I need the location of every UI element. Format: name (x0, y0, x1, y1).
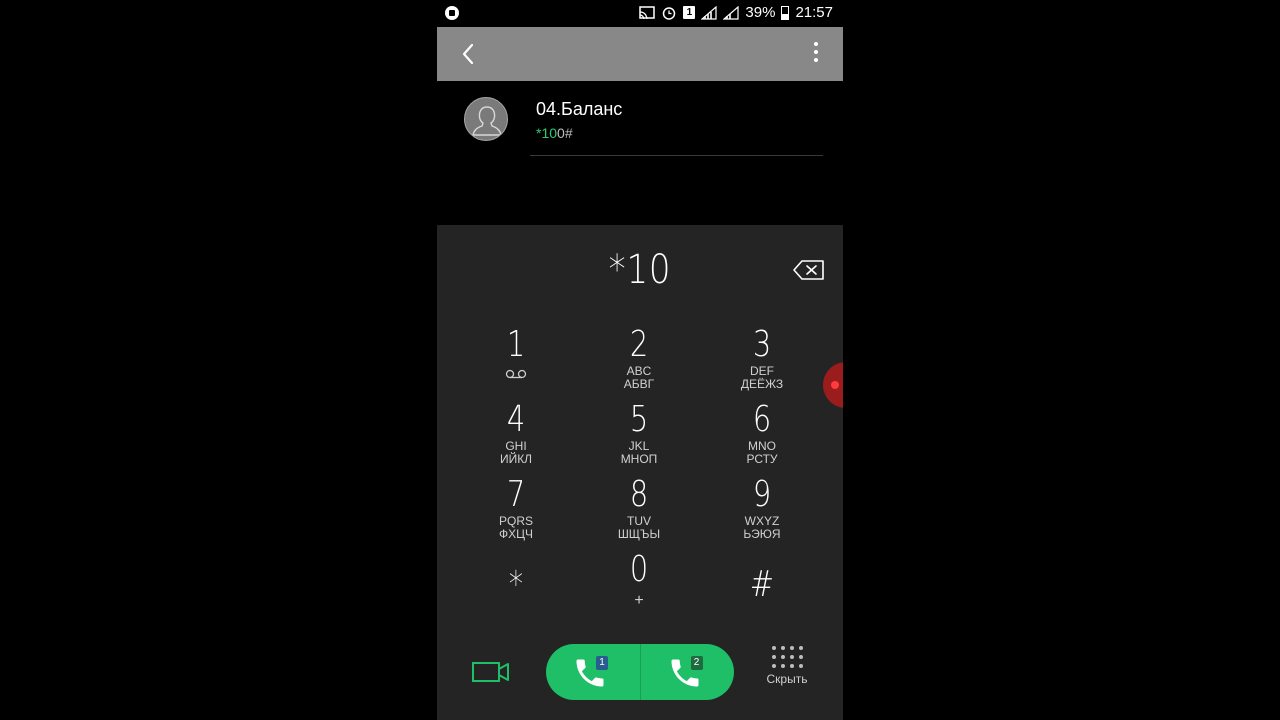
contact-number-match: *10 (536, 125, 558, 141)
more-vertical-icon[interactable] (811, 42, 821, 66)
divider (530, 155, 823, 156)
screen-cast-icon (639, 5, 656, 19)
key-2[interactable]: 2 ABC АБВГ (589, 325, 689, 397)
key-4[interactable]: 4 GHI ИЙКЛ (466, 400, 566, 472)
key-8[interactable]: 8 TUV ШЩЪЫ (589, 475, 689, 547)
key-digit: 6 (752, 399, 772, 440)
backspace-icon[interactable] (793, 259, 825, 281)
key-digit: 5 (629, 399, 649, 440)
hide-keypad-button[interactable]: Скрыть (759, 646, 815, 686)
signal-icon (701, 5, 718, 20)
call-sim1-button[interactable]: 1 (546, 644, 640, 700)
key-letters-cyrillic: ДЕЁЖЗ (740, 377, 784, 391)
contact-name: 04.Баланс (536, 99, 623, 119)
floating-record-button[interactable] (823, 362, 843, 408)
signal-icon (723, 5, 740, 20)
dial-input[interactable]: *10 (467, 247, 812, 293)
key-letters-cyrillic: РСТУ (746, 452, 778, 466)
key-9[interactable]: 9 WXYZ ЬЭЮЯ (712, 475, 812, 547)
key-digit: 2 (629, 324, 649, 365)
key-5[interactable]: 5 JKL МНОП (589, 400, 689, 472)
key-1[interactable]: 1 (466, 325, 566, 397)
key-digit: 4 (506, 399, 526, 440)
key-digit: 9 (752, 474, 772, 515)
phone-screen: 1 39% 21:57 04.Баланс *100# *10 1 2 ABC … (437, 0, 843, 720)
key-letters-cyrillic: АБВГ (623, 377, 655, 391)
voicemail-icon (505, 369, 527, 379)
alarm-icon (663, 6, 676, 20)
key-digit: * (508, 564, 524, 605)
status-icons: 1 39% 21:57 (639, 4, 833, 21)
dialer-panel: *10 1 2 ABC АБВГ 3 DEF ДЕЁЖЗ 4 GHI ИЙКЛ … (437, 225, 843, 720)
key-digit: 3 (752, 324, 772, 365)
key-plus: + (634, 592, 644, 609)
action-bar (437, 27, 843, 81)
key-3[interactable]: 3 DEF ДЕЁЖЗ (712, 325, 812, 397)
hide-label: Скрыть (766, 672, 808, 686)
sim-1-badge: 1 (596, 656, 608, 670)
key-hash[interactable]: # (712, 565, 812, 637)
key-letters-cyrillic: ЬЭЮЯ (743, 527, 781, 541)
clock: 21:57 (795, 4, 833, 21)
key-digit: 7 (506, 474, 526, 515)
sim-1-icon: 1 (683, 6, 696, 19)
battery-icon (781, 5, 790, 20)
contact-number: *100# (536, 125, 573, 141)
key-digit: 8 (629, 474, 649, 515)
key-6[interactable]: 6 MNO РСТУ (712, 400, 812, 472)
battery-percent: 39% (745, 4, 776, 21)
person-icon (472, 106, 502, 136)
key-digit: 1 (506, 324, 526, 365)
key-letters-cyrillic: ИЙКЛ (499, 452, 533, 466)
status-bar: 1 39% 21:57 (437, 0, 843, 27)
dialer-actions: 1 2 Скрыть (437, 643, 843, 703)
video-call-icon[interactable] (471, 657, 511, 687)
key-digit: # (749, 564, 775, 605)
key-digit: 0 (629, 549, 649, 590)
key-0[interactable]: 0 + (589, 550, 689, 622)
key-letters-cyrillic: ШЩЪЫ (617, 527, 661, 541)
sim-2-badge: 2 (690, 656, 703, 670)
recording-icon (445, 6, 459, 20)
avatar (464, 97, 508, 141)
chevron-left-icon[interactable] (455, 40, 483, 68)
contact-suggestion[interactable]: 04.Баланс *100# (437, 81, 843, 159)
contact-number-rest: 0# (557, 125, 573, 141)
call-buttons: 1 2 (546, 644, 734, 700)
key-star[interactable]: * (466, 565, 566, 637)
key-letters-cyrillic: ФХЦЧ (498, 527, 533, 541)
dialpad-icon (771, 646, 803, 668)
key-letters-cyrillic: МНОП (620, 452, 658, 466)
key-7[interactable]: 7 PQRS ФХЦЧ (466, 475, 566, 547)
call-sim2-button[interactable]: 2 (639, 644, 735, 700)
